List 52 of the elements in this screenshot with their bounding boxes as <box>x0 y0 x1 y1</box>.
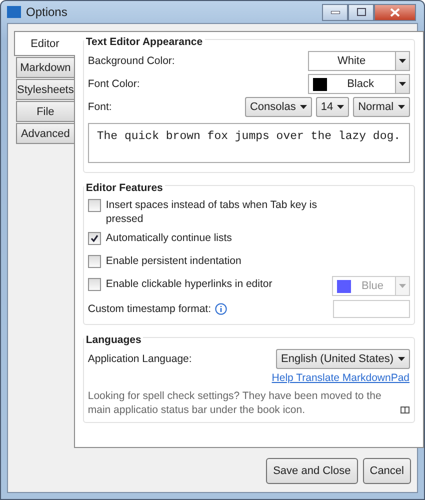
language-dropdown[interactable]: English (United States) <box>276 349 410 369</box>
caret-icon <box>398 284 406 288</box>
field-label: Background Color: <box>88 55 176 67</box>
field-label: Font Color: <box>88 78 141 90</box>
color-dropdown[interactable]: White <box>308 51 396 71</box>
tab[interactable]: File <box>16 101 74 122</box>
caret-icon <box>300 105 307 109</box>
caret-icon <box>398 357 405 361</box>
minimize-button[interactable] <box>322 4 348 20</box>
section-title: Languages <box>84 334 144 346</box>
window-title: Options <box>26 5 68 19</box>
field-label: Custom timestamp format: <box>88 303 211 315</box>
minimize-icon <box>330 10 340 14</box>
close-button[interactable] <box>374 4 416 20</box>
info-icon[interactable] <box>215 303 227 315</box>
help-translate-link[interactable]: Help Translate MarkdownPad <box>272 372 410 384</box>
tab[interactable]: Editor <box>14 31 75 56</box>
checkbox-label[interactable]: Enable persistent indentation <box>106 254 242 268</box>
checkbox-label[interactable]: Insert spaces instead of tabs when Tab key is pressed <box>106 198 336 226</box>
font-style-dropdown[interactable]: Normal <box>353 97 410 117</box>
checkbox[interactable] <box>88 255 101 268</box>
field-label: Application Language: <box>88 353 193 365</box>
checkbox-label[interactable]: Enable clickable hyperlinks in editor <box>106 277 272 291</box>
section-title: Text Editor Appearance <box>84 36 205 48</box>
dropdown-button[interactable] <box>396 51 410 71</box>
checkbox[interactable] <box>88 232 101 245</box>
app-logo-icon <box>7 6 21 18</box>
timestamp-input[interactable] <box>332 300 410 318</box>
close-icon <box>390 8 400 16</box>
checkbox[interactable] <box>88 199 101 212</box>
dialog-button[interactable]: Cancel <box>362 458 411 484</box>
font-size-dropdown[interactable]: 14 <box>316 97 350 117</box>
maximize-button[interactable] <box>348 4 374 20</box>
color-dropdown[interactable]: Black <box>308 74 396 94</box>
font-family-dropdown[interactable]: Consolas <box>244 97 312 117</box>
caret-icon <box>398 105 405 109</box>
dropdown-button[interactable] <box>396 74 410 94</box>
tab[interactable]: Stylesheets <box>16 79 74 100</box>
book-icon <box>400 406 410 414</box>
dialog-button[interactable]: Save and Close <box>266 458 358 484</box>
font-preview: The quick brown fox jumps over the lazy dog. <box>88 123 410 163</box>
caret-icon <box>398 59 406 63</box>
tab[interactable]: Markdown <box>16 57 74 78</box>
maximize-icon <box>356 8 366 16</box>
caret-icon <box>337 105 344 109</box>
caret-icon <box>398 82 406 86</box>
checkbox[interactable] <box>88 278 101 291</box>
tab[interactable]: Advanced <box>16 123 74 144</box>
spell-check-note: Looking for spell check settings? They have been moved to the main applicatio status bar under the book icon. <box>88 389 382 417</box>
section-title: Editor Features <box>84 182 165 194</box>
checkbox-label[interactable]: Automatically continue lists <box>106 231 232 245</box>
field-label: Font: <box>88 101 113 113</box>
